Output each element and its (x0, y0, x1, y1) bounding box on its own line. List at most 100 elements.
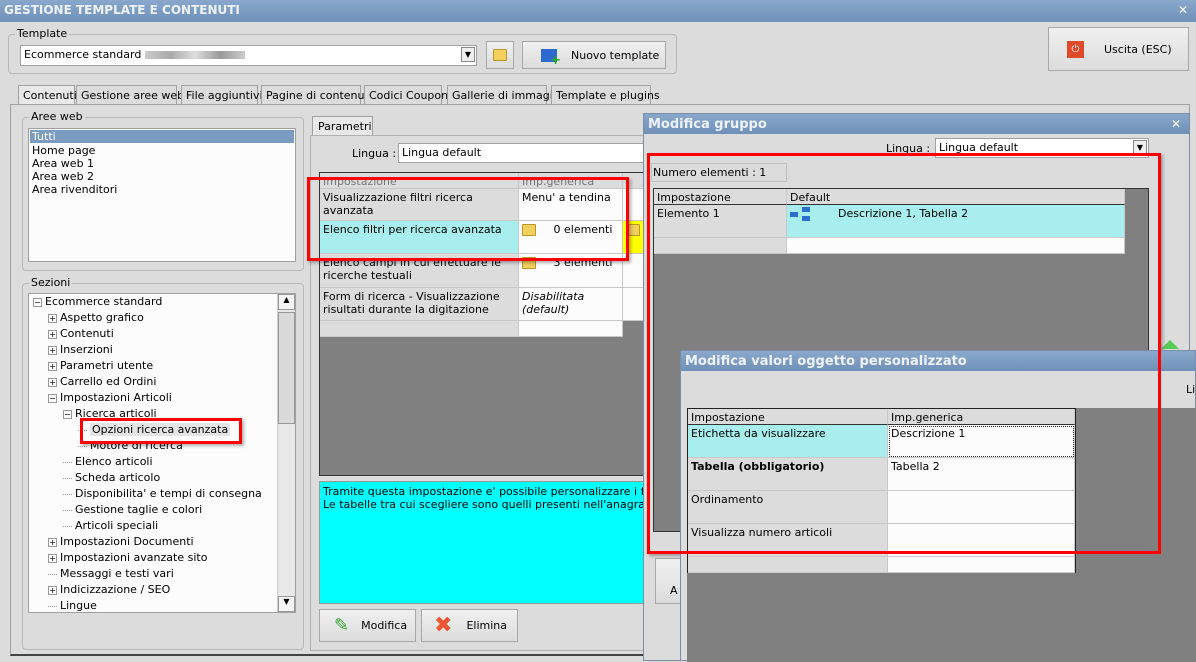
close-icon[interactable]: ✕ (1176, 3, 1190, 17)
tree-item-label: Contenuti (60, 327, 114, 340)
close-icon[interactable]: ✕ (1169, 117, 1183, 131)
tree-item[interactable]: Lingue (48, 599, 97, 612)
tree-line (63, 509, 72, 511)
dialog-title: Modifica gruppo (648, 117, 767, 132)
power-icon: ⏻ (1067, 40, 1084, 58)
elimina-button[interactable]: ✖ Elimina (421, 609, 518, 642)
tree-line (63, 477, 72, 479)
tree-item[interactable]: + Impostazioni avanzate sito (48, 551, 207, 564)
modifica-button[interactable]: ✎ Modifica (319, 609, 416, 642)
tab-contenuti[interactable]: Contenuti (18, 85, 77, 105)
column-header: Imp.generica (888, 409, 1075, 425)
tab-pagine-contenuti[interactable]: Pagine di contenuti (261, 85, 372, 105)
tree-line (63, 493, 72, 495)
grid-cell[interactable]: Disabilitata (default) (519, 288, 623, 321)
tree-item-label: Scheda articolo (75, 471, 161, 484)
expand-icon[interactable]: + (48, 378, 57, 387)
aree-web-legend: Aree web (29, 110, 85, 123)
scroll-thumb[interactable] (278, 312, 295, 424)
tree-scrollbar[interactable]: ▲ ▼ (277, 294, 295, 612)
expand-icon[interactable]: + (48, 538, 57, 547)
scroll-up-icon[interactable]: ▲ (278, 294, 295, 310)
tab-codici-coupon[interactable]: Codici Coupon (364, 85, 448, 105)
highlight-box (80, 418, 242, 444)
tree-item[interactable]: + Impostazioni Documenti (48, 535, 194, 548)
grid-cell[interactable]: Descrizione 1 (888, 425, 1075, 458)
tree-item-label: Elenco articoli (75, 455, 153, 468)
lingua-select[interactable]: Lingua default (398, 143, 648, 163)
open-folder-button[interactable] (486, 41, 514, 69)
tree-item[interactable]: + Contenuti (48, 327, 114, 340)
grid-cell[interactable]: Etichetta da visualizzare (688, 425, 888, 458)
description-line: Tramite questa impostazione e' possibile… (323, 485, 643, 498)
grid-cell[interactable] (888, 557, 1075, 573)
template-value: Ecommerce standard (24, 48, 142, 61)
list-item[interactable]: Area web 2 (29, 170, 295, 183)
new-template-label: Nuovo template (571, 48, 660, 62)
tree-item[interactable]: Gestione taglie e colori (63, 503, 202, 516)
tree-item[interactable]: + Inserzioni (48, 343, 113, 356)
list-item[interactable]: Area web 1 (29, 157, 295, 170)
tree-item[interactable]: + Carrello ed Ordini (48, 375, 156, 388)
new-template-button[interactable]: + Nuovo template (522, 41, 666, 69)
list-item[interactable]: Tutti (30, 130, 294, 143)
list-item[interactable]: Home page (29, 144, 295, 157)
tree-item[interactable]: Elenco articoli (63, 455, 153, 468)
tree-item-label: Inserzioni (60, 343, 113, 356)
collapse-icon[interactable]: − (48, 394, 57, 403)
scroll-down-icon[interactable]: ▼ (278, 596, 295, 612)
tree-line (48, 605, 57, 607)
tree-item-label: Indicizzazione / SEO (60, 583, 171, 596)
grid-cell[interactable] (519, 321, 623, 337)
elimina-label: Elimina (466, 619, 507, 632)
tree-item[interactable]: Disponibilita' e tempi di consegna (63, 487, 262, 500)
grid-cell[interactable] (623, 288, 645, 321)
grid-cell[interactable] (320, 321, 519, 337)
collapse-icon[interactable]: − (33, 298, 42, 307)
tab-template-plugins[interactable]: Template e plugins (551, 85, 660, 105)
template-select[interactable]: Ecommerce standard ▼ (20, 45, 477, 66)
expand-icon[interactable]: + (48, 554, 57, 563)
dialog-title: Modifica valori oggetto personalizzato (681, 351, 1195, 371)
highlight-box (307, 177, 629, 261)
expand-icon[interactable]: + (48, 346, 57, 355)
delete-icon: ✖ (434, 613, 453, 638)
grid-cell[interactable]: Ordinamento (688, 491, 888, 524)
tree-item[interactable]: + Parametri utente (48, 359, 153, 372)
tree-item[interactable]: Scheda articolo (63, 471, 160, 484)
exit-button[interactable]: ⏻ Uscita (ESC) (1048, 27, 1189, 71)
window-titlebar: GESTIONE TEMPLATE E CONTENUTI ✕ (0, 0, 1196, 22)
tree-item[interactable]: Articoli speciali (63, 519, 158, 532)
chevron-down-icon[interactable]: ▼ (461, 47, 475, 62)
tab-file-aggiuntivi[interactable]: File aggiuntivi (181, 85, 263, 105)
grid-cell[interactable]: Tabella 2 (888, 458, 1075, 491)
grid-cell[interactable]: Tabella (obbligatorio) (688, 458, 888, 491)
expand-icon[interactable]: + (48, 314, 57, 323)
tree-item[interactable]: − Impostazioni Articoli (48, 391, 172, 404)
column-header: Impostazione (688, 409, 888, 425)
lingua-label: Lin (1186, 383, 1196, 396)
collapse-icon[interactable]: − (63, 410, 72, 419)
expand-icon[interactable]: + (48, 586, 57, 595)
grid-cell[interactable] (688, 557, 888, 573)
grid-cell[interactable]: Form di ricerca - Visualizzazione risult… (320, 288, 519, 321)
sezioni-legend: Sezioni (29, 276, 73, 289)
tree-item[interactable]: − Ecommerce standard (33, 295, 162, 308)
tree-item[interactable]: Messaggi e testi vari (48, 567, 174, 580)
expand-icon[interactable]: + (48, 330, 57, 339)
tab-parametri[interactable]: Parametri (312, 116, 373, 136)
add-icon: + (541, 48, 561, 67)
expand-icon[interactable]: + (48, 362, 57, 371)
sezioni-tree[interactable]: − Ecommerce standard + Aspetto grafico + Cont… (28, 293, 296, 613)
tree-item-label: Ecommerce standard (45, 295, 163, 308)
aree-web-list[interactable]: Tutti Home page Area web 1 Area web 2 Ar… (28, 128, 296, 262)
tree-item-label: Disponibilita' e tempi di consegna (75, 487, 262, 500)
tab-gallerie-immagini[interactable]: Gallerie di immagini (447, 85, 563, 105)
tree-item[interactable]: + Aspetto grafico (48, 311, 144, 324)
grid-cell[interactable] (888, 491, 1075, 524)
list-item[interactable]: Area rivenditori (29, 183, 295, 196)
tab-gestione-aree-web[interactable]: Gestione aree web (76, 85, 184, 105)
arrow-up-icon[interactable] (1161, 340, 1179, 349)
tree-line (78, 445, 87, 447)
tree-item[interactable]: + Indicizzazione / SEO (48, 583, 170, 596)
